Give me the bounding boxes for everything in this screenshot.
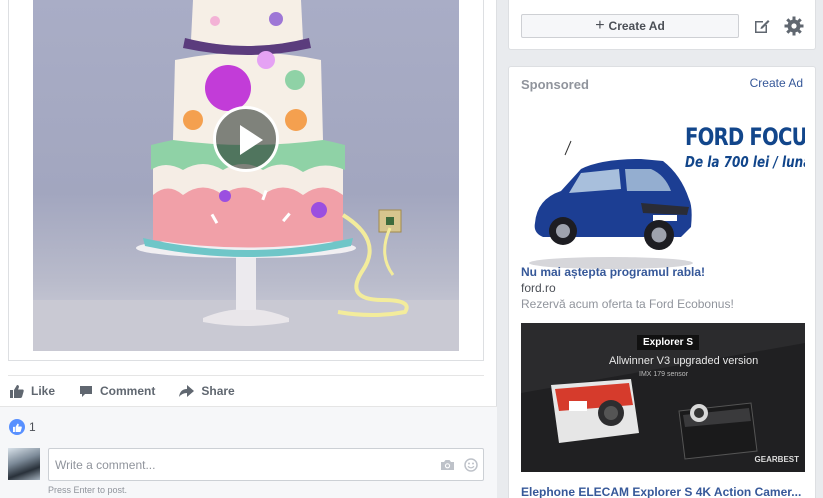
sponsored-heading: Sponsored: [521, 77, 589, 92]
like-label: Like: [31, 384, 56, 398]
ford-ad-headline[interactable]: Nu mai aștepta programul rabla!: [521, 265, 705, 279]
share-label: Share: [201, 384, 235, 398]
comment-composer: [48, 448, 484, 481]
comment-label: Comment: [100, 384, 156, 398]
create-ad-button[interactable]: + Create Ad: [521, 14, 739, 38]
speech-bubble-icon: [80, 385, 93, 397]
play-icon: [240, 125, 263, 155]
edit-icon[interactable]: [753, 17, 771, 38]
smiley-icon[interactable]: [459, 457, 483, 472]
ford-ad-image-headline: FORD FOCUS: [685, 123, 805, 151]
plus-icon: +: [595, 17, 605, 34]
gearbest-logo: GEARBEST: [754, 455, 799, 464]
cake-video-frame: [33, 0, 459, 351]
create-ad-button-label: Create Ad: [608, 19, 665, 33]
comment-button[interactable]: Comment: [79, 376, 155, 407]
ford-ad-description: Rezervă acum oferta ta Ford Ecobonus!: [521, 297, 734, 311]
camera-ad-image[interactable]: Explorer S Allwinner V3 upgraded version…: [521, 323, 805, 472]
feed-post: Like Comment Share 1 Write a comment... …: [0, 0, 497, 498]
ford-ad-image[interactable]: FORD FOCUS De la 700 lei / luna*: [521, 103, 805, 286]
share-arrow-icon: [179, 384, 195, 397]
video-attachment: [8, 0, 484, 361]
camera-ad-headline[interactable]: Elephone ELECAM Explorer S 4K Action Cam…: [521, 485, 805, 498]
like-reaction-icon: [9, 419, 25, 435]
create-ad-link[interactable]: Create Ad: [750, 76, 803, 90]
play-button[interactable]: [213, 106, 279, 172]
camera-ad-brand: Explorer S: [637, 335, 700, 350]
gear-icon[interactable]: [784, 16, 804, 39]
reaction-count: 1: [29, 420, 36, 434]
like-button[interactable]: Like: [8, 376, 55, 407]
reaction-summary[interactable]: 1: [9, 419, 36, 435]
camera-icon[interactable]: [435, 459, 459, 471]
sponsored-section: Sponsored Create Ad FORD FOCUS De la 700…: [508, 66, 816, 498]
comments-section: 1 Press Enter to post.: [0, 406, 497, 498]
video-player[interactable]: [33, 0, 459, 351]
ford-ad-domain: ford.ro: [521, 281, 556, 295]
ford-ad-image-subline: De la 700 lei / luna*: [685, 153, 805, 171]
camera-ad-tagline: Allwinner V3 upgraded version: [609, 355, 759, 367]
comment-input[interactable]: [49, 449, 435, 480]
thumbs-up-icon: [10, 385, 24, 398]
share-button[interactable]: Share: [179, 376, 235, 407]
ads-manager-box: + Create Ad: [508, 0, 816, 50]
post-action-bar: Like Comment Share: [8, 375, 484, 406]
avatar[interactable]: [8, 448, 40, 480]
camera-ad-sensor: IMX 179 sensor: [639, 371, 689, 378]
press-enter-hint: Press Enter to post.: [48, 485, 128, 495]
